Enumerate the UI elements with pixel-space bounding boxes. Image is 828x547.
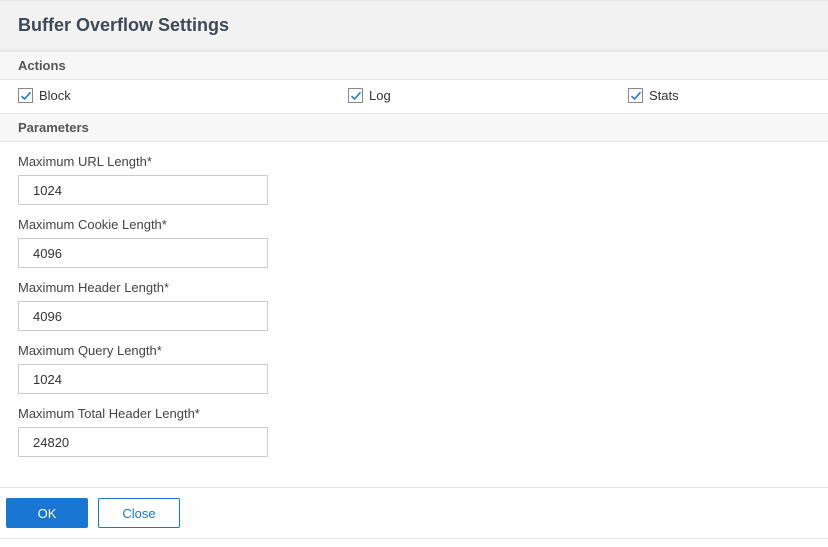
- max-query-length-input[interactable]: [18, 364, 268, 394]
- block-label: Block: [39, 88, 71, 103]
- action-stats: Stats: [628, 88, 810, 103]
- action-log: Log: [348, 88, 628, 103]
- panel-header: Buffer Overflow Settings: [0, 0, 828, 51]
- log-checkbox[interactable]: [348, 88, 363, 103]
- actions-section-label: Actions: [0, 51, 828, 80]
- footer: OK Close: [0, 487, 828, 538]
- stats-label: Stats: [649, 88, 679, 103]
- max-total-header-length-input[interactable]: [18, 427, 268, 457]
- max-url-length-label: Maximum URL Length*: [18, 154, 810, 169]
- field-max-url-length: Maximum URL Length*: [18, 154, 810, 205]
- parameters-section: Maximum URL Length* Maximum Cookie Lengt…: [0, 142, 828, 487]
- log-label: Log: [369, 88, 391, 103]
- max-url-length-input[interactable]: [18, 175, 268, 205]
- stats-checkbox[interactable]: [628, 88, 643, 103]
- ok-button[interactable]: OK: [6, 498, 88, 528]
- parameters-section-label: Parameters: [0, 113, 828, 142]
- block-checkbox[interactable]: [18, 88, 33, 103]
- action-block: Block: [18, 88, 348, 103]
- max-header-length-input[interactable]: [18, 301, 268, 331]
- max-cookie-length-input[interactable]: [18, 238, 268, 268]
- max-total-header-length-label: Maximum Total Header Length*: [18, 406, 810, 421]
- max-cookie-length-label: Maximum Cookie Length*: [18, 217, 810, 232]
- actions-row: Block Log Stats: [0, 80, 828, 113]
- field-max-query-length: Maximum Query Length*: [18, 343, 810, 394]
- field-max-header-length: Maximum Header Length*: [18, 280, 810, 331]
- max-header-length-label: Maximum Header Length*: [18, 280, 810, 295]
- field-max-total-header-length: Maximum Total Header Length*: [18, 406, 810, 457]
- max-query-length-label: Maximum Query Length*: [18, 343, 810, 358]
- check-icon: [350, 90, 362, 102]
- page-title: Buffer Overflow Settings: [18, 15, 810, 36]
- field-max-cookie-length: Maximum Cookie Length*: [18, 217, 810, 268]
- check-icon: [20, 90, 32, 102]
- check-icon: [630, 90, 642, 102]
- settings-panel: Buffer Overflow Settings Actions Block L…: [0, 0, 828, 539]
- close-button[interactable]: Close: [98, 498, 180, 528]
